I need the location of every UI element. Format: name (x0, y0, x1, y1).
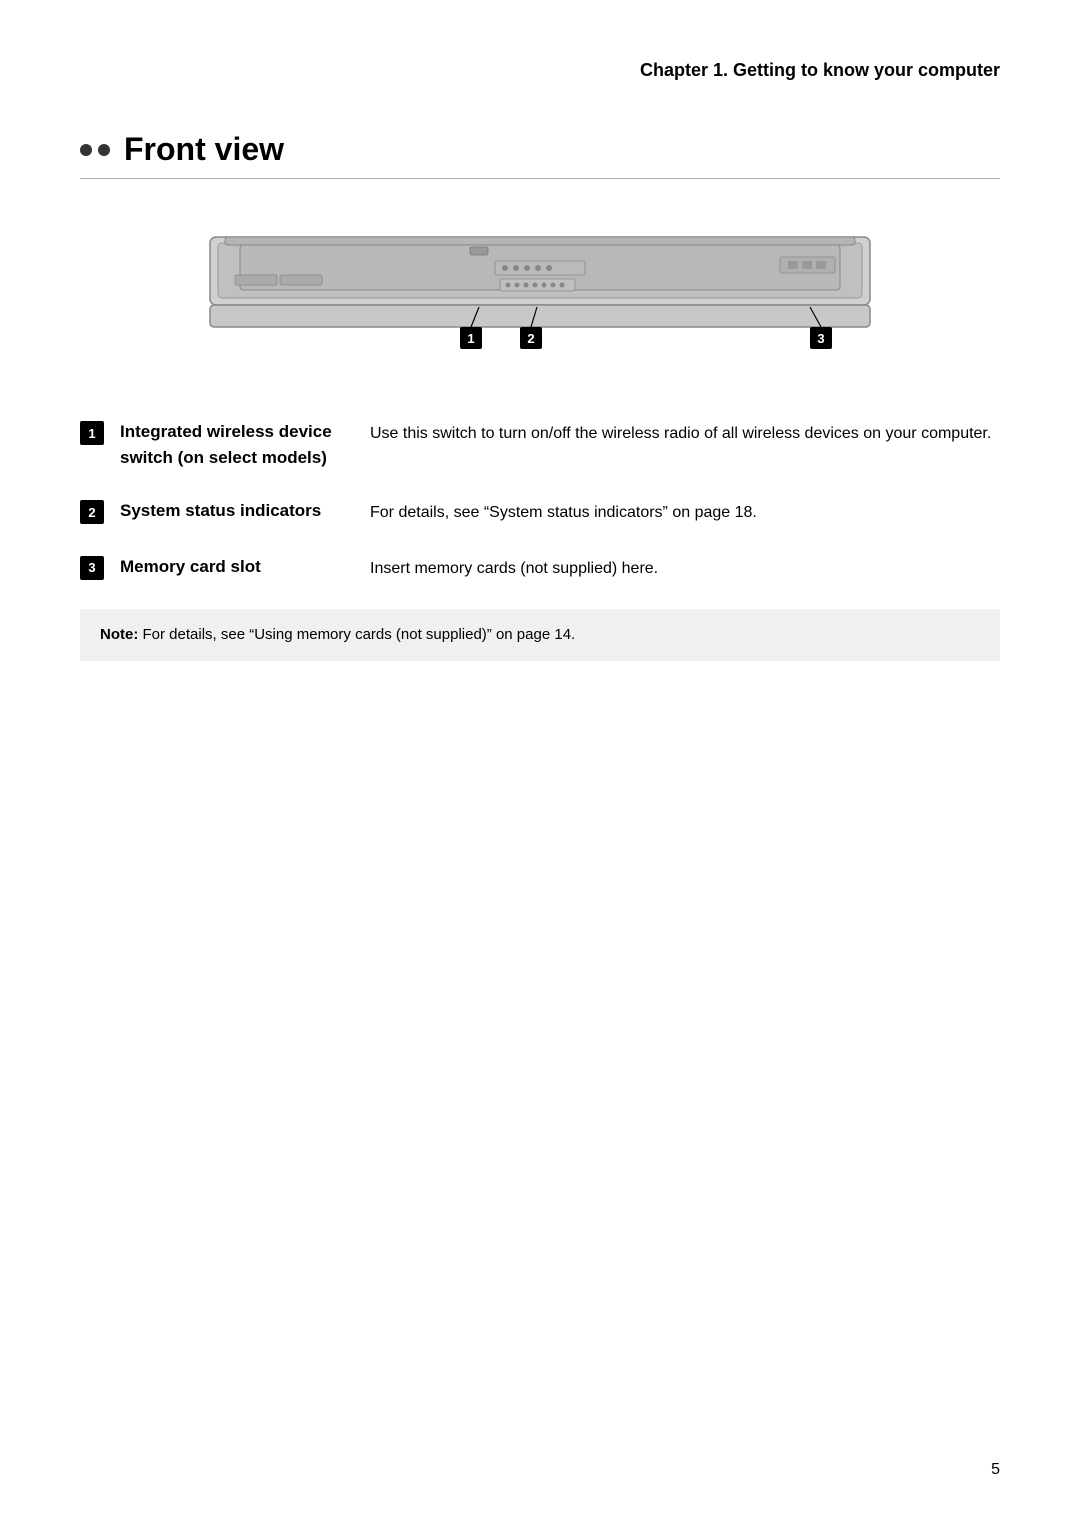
note-text-content: For details, see “Using memory cards (no… (143, 626, 576, 643)
item-description-3: Insert memory cards (not supplied) here. (370, 554, 1000, 582)
chapter-title: Chapter 1. Getting to know your computer (640, 60, 1000, 80)
laptop-diagram: 1 2 3 (180, 219, 900, 379)
item-row-2: 2 System status indicators For details, … (80, 498, 1000, 526)
item-term-1: Integrated wireless device switch (on se… (120, 419, 340, 470)
item-number-1: 1 (80, 421, 104, 445)
note-box: Note: For details, see “Using memory car… (80, 609, 1000, 661)
page-number: 5 (991, 1461, 1000, 1479)
laptop-svg: 1 2 3 (180, 219, 900, 379)
dot-2 (98, 144, 110, 156)
section-title: Front view (124, 131, 284, 168)
item-description-2: For details, see “System status indicato… (370, 498, 1000, 526)
item-description-1: Use this switch to turn on/off the wirel… (370, 419, 1000, 447)
diagram-area: 1 2 3 (80, 219, 1000, 379)
item-row-1: 1 Integrated wireless device switch (on … (80, 419, 1000, 470)
item-number-2: 2 (80, 500, 104, 524)
page-container: Chapter 1. Getting to know your computer… (0, 0, 1080, 1529)
section-title-container: Front view (80, 131, 1000, 179)
item-row-3: 3 Memory card slot Insert memory cards (… (80, 554, 1000, 582)
chapter-header: Chapter 1. Getting to know your computer (80, 60, 1000, 81)
svg-text:1: 1 (467, 331, 474, 346)
content-section: 1 Integrated wireless device switch (on … (80, 419, 1000, 661)
svg-text:3: 3 (817, 331, 824, 346)
section-dots-icon (80, 144, 110, 156)
item-number-3: 3 (80, 556, 104, 580)
svg-text:2: 2 (527, 331, 534, 346)
note-label: Note: (100, 626, 138, 643)
item-term-3: Memory card slot (120, 554, 340, 580)
item-term-2: System status indicators (120, 498, 340, 524)
dot-1 (80, 144, 92, 156)
